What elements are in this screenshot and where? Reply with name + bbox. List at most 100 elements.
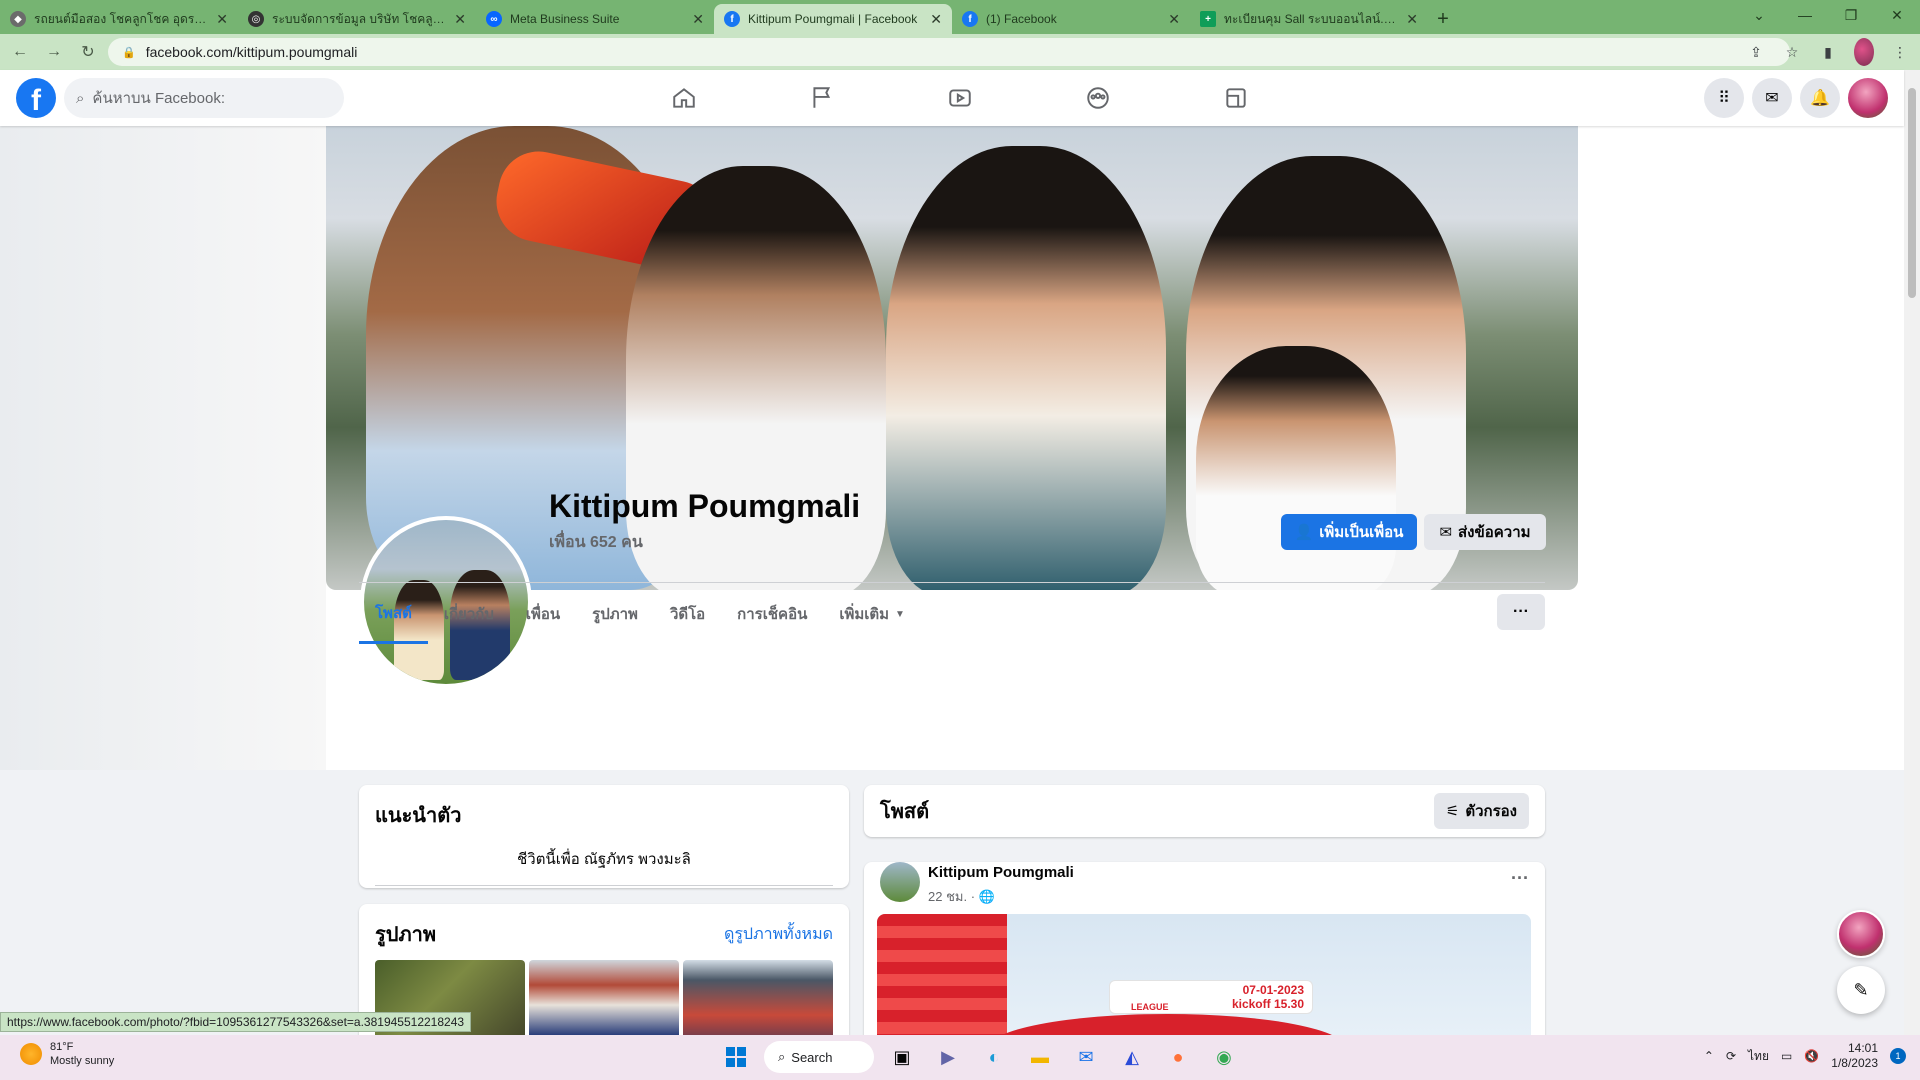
tab-title: ระบบจัดการข้อมูล บริษัท โชคลูกโชค xyxy=(272,11,449,26)
app-icon[interactable]: ◭ xyxy=(1114,1039,1150,1075)
post-time-text: 22 ชม. · xyxy=(928,889,976,904)
facebook-logo-icon[interactable]: f xyxy=(16,78,56,118)
globe-icon: 🌐 xyxy=(978,889,995,904)
teams-chat-icon[interactable]: ▶ xyxy=(930,1039,966,1075)
close-tab-icon[interactable]: ✕ xyxy=(216,11,228,28)
close-window-icon[interactable]: ✕ xyxy=(1874,0,1920,30)
volume-muted-icon[interactable]: 🔇 xyxy=(1804,1049,1819,1063)
taskbar-search[interactable]: ⌕ Search xyxy=(764,1041,874,1073)
toolbar-actions: ⇪ ☆ ▮ ⋮ xyxy=(1746,38,1910,66)
new-tab-icon[interactable]: + xyxy=(1428,4,1458,34)
send-message-label: ส่งข้อความ xyxy=(1458,524,1531,541)
tab-checkins[interactable]: การเช็คอิน xyxy=(721,584,823,644)
post-options-icon[interactable]: ··· xyxy=(1511,868,1529,889)
watch-nav-icon[interactable] xyxy=(891,70,1029,126)
close-tab-icon[interactable]: ✕ xyxy=(930,11,942,28)
tab-photos[interactable]: รูปภาพ xyxy=(576,584,654,644)
facebook-header: f ⌕ ค้นหาบน Facebook: ⠿ ✉ 🔔 xyxy=(0,70,1904,126)
see-all-photos-link[interactable]: ดูรูปภาพทั้งหมด xyxy=(724,922,833,947)
facebook-favicon-icon: f xyxy=(724,11,740,27)
close-tab-icon[interactable]: ✕ xyxy=(1168,11,1180,28)
gaming-nav-icon[interactable] xyxy=(1167,70,1305,126)
status-bar-url: https://www.facebook.com/photo/?fbid=109… xyxy=(0,1012,472,1032)
profile-name: Kittipum Poumgmali xyxy=(549,488,861,524)
firefox-icon[interactable]: ● xyxy=(1160,1039,1196,1075)
edge-browser-icon[interactable]: ◐ xyxy=(976,1039,1012,1075)
send-message-button[interactable]: ✉ ส่งข้อความ xyxy=(1424,514,1546,550)
tab-about[interactable]: เกี่ยวกับ xyxy=(428,584,510,644)
input-language[interactable]: ไทย xyxy=(1748,1047,1769,1066)
page-scrollbar[interactable] xyxy=(1904,70,1920,1035)
reload-icon[interactable]: ↻ xyxy=(74,38,102,66)
browser-tab[interactable]: + ทะเบียนคุม Sall ระบบออนไลน์.xlsx - G ✕ xyxy=(1190,4,1428,34)
back-icon[interactable]: ← xyxy=(6,38,34,66)
browser-tab[interactable]: ◆ รถยนต์มือสอง โชคลูกโชค อุดรธานี ✕ xyxy=(0,4,238,34)
task-view-icon[interactable]: ▣ xyxy=(884,1039,920,1075)
tab-more-label: เพิ่มเติม xyxy=(839,606,890,623)
restore-icon[interactable]: ❐ xyxy=(1828,0,1874,30)
friend-count[interactable]: เพื่อน 652 คน xyxy=(549,530,643,555)
browser-menu-icon[interactable]: ⋮ xyxy=(1890,38,1910,66)
bookmark-star-icon[interactable]: ☆ xyxy=(1782,38,1802,66)
clock[interactable]: 14:01 1/8/2023 xyxy=(1831,1041,1878,1071)
post-author-name[interactable]: Kittipum Poumgmali xyxy=(928,864,1074,881)
chat-contact-avatar[interactable] xyxy=(1837,910,1885,958)
more-options-button[interactable]: ··· xyxy=(1497,594,1545,630)
add-friend-button[interactable]: 👤 เพิ่มเป็นเพื่อน xyxy=(1281,514,1417,550)
menu-grid-icon[interactable]: ⠿ xyxy=(1704,78,1744,118)
tab-more[interactable]: เพิ่มเติม ▼ xyxy=(823,584,921,644)
sync-icon[interactable]: ⟳ xyxy=(1726,1049,1736,1063)
tab-friends[interactable]: เพื่อน xyxy=(510,584,576,644)
share-icon[interactable]: ⇪ xyxy=(1746,38,1766,66)
browser-tab[interactable]: ◎ ระบบจัดการข้อมูล บริษัท โชคลูกโชค ✕ xyxy=(238,4,476,34)
display-icon[interactable]: ▭ xyxy=(1781,1049,1792,1063)
url-bar[interactable]: 🔒 facebook.com/kittipum.poumgmali xyxy=(108,38,1790,66)
url-text: facebook.com/kittipum.poumgmali xyxy=(145,44,358,60)
address-toolbar: ← → ↻ 🔒 facebook.com/kittipum.poumgmali … xyxy=(0,34,1920,70)
cover-backdrop xyxy=(0,126,326,770)
sun-icon xyxy=(20,1043,42,1065)
tab-posts[interactable]: โพสต์ xyxy=(359,584,428,644)
notification-badge[interactable]: 1 xyxy=(1890,1048,1906,1064)
file-explorer-icon[interactable]: ▬ xyxy=(1022,1039,1058,1075)
notifications-bell-icon[interactable]: 🔔 xyxy=(1800,78,1840,118)
lock-icon[interactable]: 🔒 xyxy=(122,46,136,59)
account-avatar[interactable] xyxy=(1848,78,1888,118)
intro-title: แนะนำตัว xyxy=(375,805,462,827)
post-timestamp[interactable]: 22 ชม. · 🌐 xyxy=(928,886,995,907)
side-panel-icon[interactable]: ▮ xyxy=(1818,38,1838,66)
tab-title: รถยนต์มือสอง โชคลูกโชค อุดรธานี xyxy=(34,11,211,26)
groups-nav-icon[interactable] xyxy=(1029,70,1167,126)
browser-tab[interactable]: ∞ Meta Business Suite ✕ xyxy=(476,4,714,34)
forward-icon[interactable]: → xyxy=(40,38,68,66)
messenger-icon[interactable]: ✉ xyxy=(1752,78,1792,118)
browser-tab-active[interactable]: f Kittipum Poumgmali | Facebook ✕ xyxy=(714,4,952,34)
system-tray: ⌃ ⟳ ไทย ▭ 🔇 14:01 1/8/2023 1 xyxy=(1704,1041,1906,1071)
close-tab-icon[interactable]: ✕ xyxy=(454,11,466,28)
mail-icon[interactable]: ✉ xyxy=(1068,1039,1104,1075)
close-tab-icon[interactable]: ✕ xyxy=(1406,11,1418,28)
tray-overflow-icon[interactable]: ⌃ xyxy=(1704,1049,1714,1063)
tab-videos[interactable]: วิดีโอ xyxy=(654,584,721,644)
tab-search-icon[interactable]: ⌄ xyxy=(1736,0,1782,30)
filter-button[interactable]: ⚟ ตัวกรอง xyxy=(1433,793,1529,829)
windows-taskbar: 81°F Mostly sunny ⌕ Search ▣ ▶ ◐ ▬ ✉ ◭ ● ◉… xyxy=(0,1035,1920,1080)
intro-card: แนะนำตัว ชีวิตนี้เพื่อ ณัฐภัทร พวงมะลิ xyxy=(359,785,849,888)
scrollbar-thumb[interactable] xyxy=(1908,88,1916,298)
close-tab-icon[interactable]: ✕ xyxy=(692,11,704,28)
post-author-avatar[interactable] xyxy=(880,862,920,902)
minimize-icon[interactable]: — xyxy=(1782,0,1828,30)
browser-tab[interactable]: f (1) Facebook ✕ xyxy=(952,4,1190,34)
windows-start-icon[interactable] xyxy=(718,1039,754,1075)
weather-widget[interactable]: 81°F Mostly sunny xyxy=(20,1040,114,1068)
pages-nav-icon[interactable] xyxy=(753,70,891,126)
search-icon: ⌕ xyxy=(76,89,85,107)
league-text: LEAGUE xyxy=(1131,1002,1169,1012)
browser-profile-avatar[interactable] xyxy=(1854,38,1874,66)
profile-divider xyxy=(359,582,1545,583)
add-friend-icon: 👤 xyxy=(1294,524,1314,541)
chrome-icon[interactable]: ◉ xyxy=(1206,1039,1242,1075)
home-nav-icon[interactable] xyxy=(615,70,753,126)
facebook-search-input[interactable]: ⌕ ค้นหาบน Facebook: xyxy=(64,78,344,118)
new-message-icon[interactable]: ✎ xyxy=(1837,966,1885,1014)
